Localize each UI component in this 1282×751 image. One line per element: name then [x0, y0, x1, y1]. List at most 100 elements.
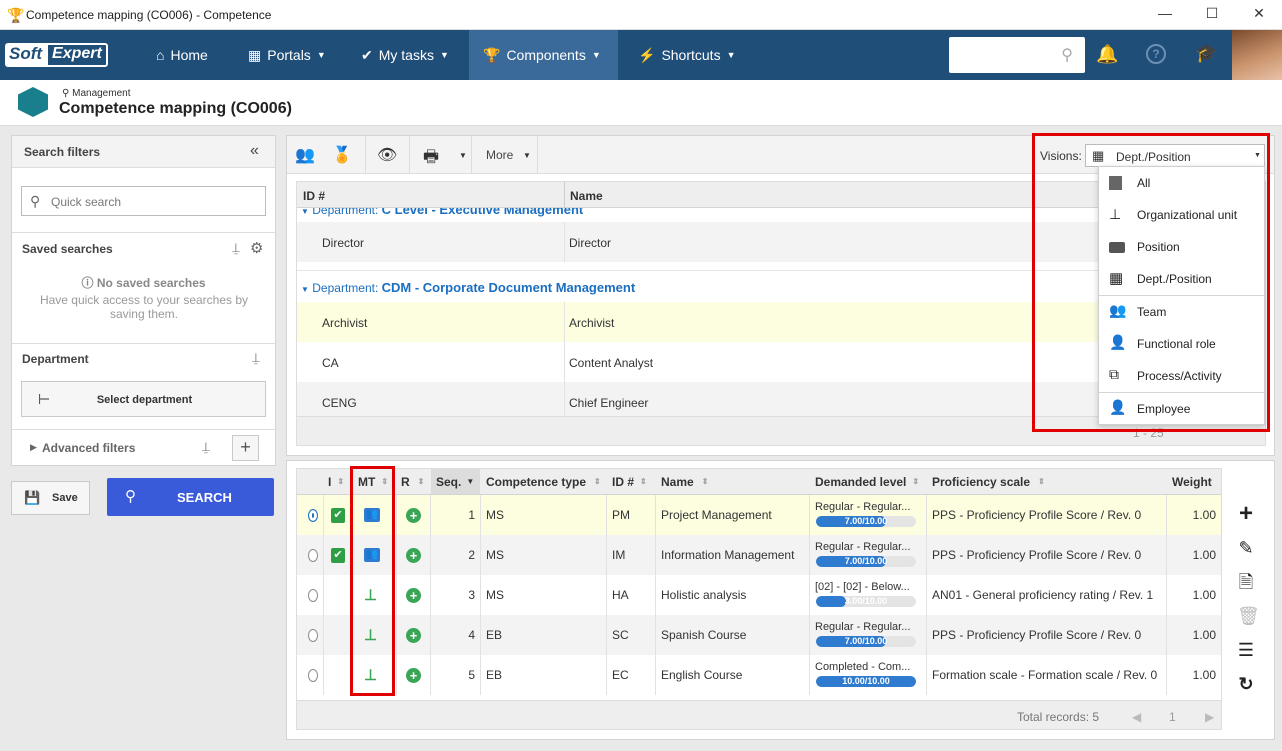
- save-button[interactable]: 💾 Save: [11, 481, 90, 515]
- row-select-radio[interactable]: [308, 668, 318, 682]
- competence-app-icon: [18, 87, 48, 117]
- col-seq-label: Seq.: [436, 474, 462, 489]
- list-icon[interactable]: ☰: [1237, 641, 1255, 659]
- row-competence-type: MS: [486, 508, 504, 522]
- col-demanded-level[interactable]: Demanded level ⇕: [810, 469, 927, 494]
- collapse-icon[interactable]: «: [250, 142, 259, 160]
- col-i[interactable]: I ⇕: [323, 469, 350, 494]
- gear-icon[interactable]: ⚙: [250, 239, 263, 257]
- table-row[interactable]: ✔ 👥 +1 MS PM Project Management Regular - Regu…: [297, 495, 1221, 535]
- softexpert-logo[interactable]: Soft Expert: [5, 43, 108, 67]
- nav-my-tasks[interactable]: ✔ My tasks ▼: [347, 30, 463, 80]
- global-search-input[interactable]: ⚲: [949, 37, 1085, 73]
- search-icon: ⚲: [125, 488, 136, 505]
- add-circle-icon[interactable]: +: [406, 587, 421, 603]
- caret-right-icon[interactable]: ▶: [30, 442, 37, 453]
- toolbar-divider: [409, 136, 410, 174]
- prev-page-icon[interactable]: ◀: [1132, 710, 1141, 724]
- row-select-radio[interactable]: [308, 588, 318, 602]
- print-icon[interactable]: 🖶: [423, 144, 439, 173]
- logo-text-a: Soft: [5, 43, 47, 67]
- maximize-button[interactable]: ☐: [1197, 5, 1227, 25]
- row-id: IM: [612, 548, 626, 562]
- add-circle-icon[interactable]: +: [406, 507, 421, 523]
- breadcrumb-label: Management: [72, 88, 131, 99]
- caret-down-icon[interactable]: ▼: [523, 151, 531, 160]
- row-proficiency-scale: PPS - Proficiency Profile Score / Rev. 0: [932, 508, 1142, 522]
- nav-home[interactable]: ⌂ Home: [142, 30, 222, 80]
- row-select-radio[interactable]: [308, 628, 318, 642]
- help-icon[interactable]: ?: [1146, 44, 1166, 64]
- next-page-icon[interactable]: ▶: [1205, 710, 1214, 724]
- row-id: Archivist: [322, 316, 368, 330]
- edit-icon[interactable]: ✎: [1237, 539, 1255, 557]
- page-number: 1: [1169, 710, 1176, 724]
- document-info-icon[interactable]: 🗎: [1237, 573, 1255, 591]
- trash-icon[interactable]: 🗑: [1237, 607, 1260, 625]
- broom-icon[interactable]: ⍊: [252, 350, 260, 366]
- col-id[interactable]: ID # ⇕: [607, 469, 657, 494]
- col-proficiency-scale[interactable]: Proficiency scale ⇕: [927, 469, 1167, 494]
- award-icon[interactable]: 🏅: [332, 145, 352, 165]
- user-avatar[interactable]: [1232, 30, 1282, 80]
- page-header: ⚲ Management Competence mapping (CO006): [0, 80, 1282, 126]
- row-demanded-level: Regular - Regular...: [815, 541, 911, 553]
- caret-down-icon[interactable]: ▼: [459, 151, 467, 160]
- quick-search-input[interactable]: ⚲ Quick search: [21, 186, 266, 216]
- nav-portals[interactable]: ▦ Portals ▼: [234, 30, 340, 80]
- no-saved-searches: ⓘ No saved searches: [12, 274, 275, 291]
- col-name[interactable]: Name ⇕: [656, 469, 810, 494]
- group-prefix: Department:: [312, 208, 379, 217]
- caret-down-icon: ▼: [316, 50, 326, 60]
- table-row[interactable]: ⊥ +5 EB EC English Course Completed - Com... 1…: [297, 655, 1221, 695]
- view-icon[interactable]: 👁: [377, 145, 397, 165]
- row-demanded-level: Regular - Regular...: [815, 621, 911, 633]
- close-button[interactable]: ✕: [1244, 5, 1274, 25]
- nav-components[interactable]: 🏆 Components ▼: [469, 30, 618, 80]
- col-weight-label: Weight: [1172, 474, 1212, 489]
- row-select-radio[interactable]: [308, 548, 318, 562]
- add-circle-icon[interactable]: +: [406, 547, 421, 563]
- col-competence-type[interactable]: Competence type ⇕: [481, 469, 607, 494]
- refresh-icon[interactable]: ↻: [1237, 675, 1255, 693]
- add-icon[interactable]: +: [1237, 502, 1255, 526]
- table-row[interactable]: ⊥ +4 EB SC Spanish Course Regular - Regular..…: [297, 615, 1221, 655]
- row-weight: 1.00: [1192, 508, 1216, 522]
- checkmark-icon: ✔: [331, 547, 345, 563]
- col-seq[interactable]: Seq. ▼: [431, 469, 480, 494]
- col-name[interactable]: Name: [570, 189, 603, 203]
- logo-text-b: Expert: [46, 43, 108, 67]
- search-icon: ⚲: [1061, 47, 1073, 64]
- level-progress-bar: 7.00/10.00: [816, 636, 916, 647]
- advanced-filters-label[interactable]: Advanced filters: [42, 441, 135, 455]
- add-circle-icon[interactable]: +: [406, 627, 421, 643]
- table-row[interactable]: ✔ 👥 +2 MS IM Information Management Regular - …: [297, 535, 1221, 575]
- row-select-radio[interactable]: [308, 508, 318, 522]
- table-row[interactable]: ⊥ +3 MS HA Holistic analysis [02] - [02] - Be…: [297, 575, 1221, 615]
- users-search-icon[interactable]: 👥: [295, 145, 315, 165]
- search-button[interactable]: ⚲ SEARCH: [107, 478, 274, 516]
- broom-icon[interactable]: ⍊: [202, 439, 210, 455]
- no-saved-label: No saved searches: [96, 276, 206, 290]
- col-name-label: Name: [661, 474, 694, 489]
- breadcrumb[interactable]: ⚲ Management: [62, 88, 130, 99]
- col-id[interactable]: ID #: [303, 189, 325, 203]
- level-score: 10.00/10.00: [842, 676, 890, 686]
- row-seq: 1: [468, 508, 475, 522]
- row-name: Content Analyst: [569, 356, 654, 370]
- add-circle-icon[interactable]: +: [406, 667, 421, 683]
- grid-icon: ▦: [248, 46, 262, 63]
- bell-icon[interactable]: 🔔: [1096, 44, 1118, 65]
- col-r[interactable]: R ⇕: [396, 469, 430, 494]
- broom-icon[interactable]: ⍊: [232, 240, 240, 256]
- col-divider: [564, 182, 565, 208]
- graduation-cap-icon[interactable]: 🎓: [1195, 43, 1217, 64]
- minimize-button[interactable]: —: [1150, 5, 1180, 25]
- more-menu[interactable]: More: [486, 148, 513, 162]
- col-weight[interactable]: Weight ⇕: [1167, 469, 1221, 494]
- row-name: Project Management: [661, 508, 772, 522]
- nav-shortcuts[interactable]: ⚡ Shortcuts ▼: [624, 30, 750, 80]
- nav-portals-label: Portals: [267, 47, 311, 63]
- select-department-button[interactable]: ⊢ Select department: [21, 381, 266, 417]
- add-filter-button[interactable]: +: [232, 435, 259, 461]
